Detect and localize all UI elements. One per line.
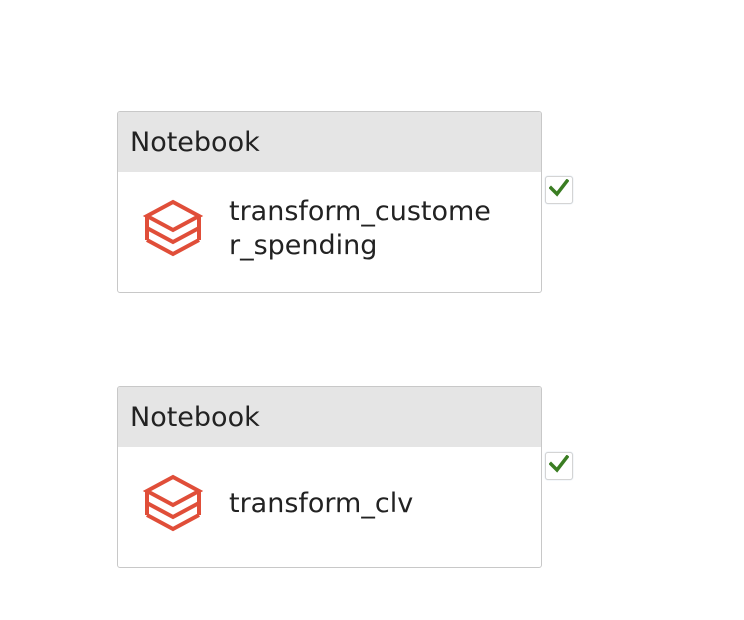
activity-type-label: Notebook	[130, 126, 260, 158]
activity-status-success[interactable]	[545, 452, 573, 480]
activity-card-transform-clv[interactable]: Notebook transform_clv	[117, 386, 542, 568]
success-check-icon	[548, 454, 570, 477]
databricks-notebook-icon	[141, 196, 205, 260]
activity-header: Notebook	[118, 112, 541, 172]
activity-header: Notebook	[118, 387, 541, 447]
activity-body: transform_clv	[118, 447, 541, 567]
activity-name: transform_clv	[229, 488, 414, 519]
success-check-icon	[548, 178, 570, 201]
activity-status-success[interactable]	[545, 176, 573, 204]
pipeline-canvas: Notebook transform_customer_spending Not…	[0, 0, 744, 620]
databricks-notebook-icon	[141, 471, 205, 535]
activity-card-transform-customer-spending[interactable]: Notebook transform_customer_spending	[117, 111, 542, 293]
activity-name: transform_customer_spending	[229, 196, 491, 261]
activity-type-label: Notebook	[130, 401, 260, 433]
activity-body: transform_customer_spending	[118, 172, 541, 292]
